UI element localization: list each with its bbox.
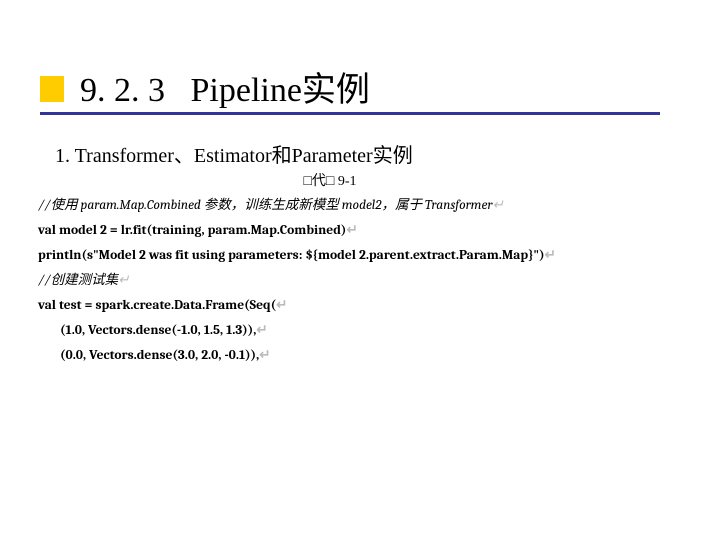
code-text: (1.0, Vectors.dense(-1.0, 1.5, 1.3)), [60,323,256,338]
code-text: (0.0, Vectors.dense(3.0, 2.0, -0.1)), [60,348,259,363]
code-line: val model 2 = lr.fit(training, param.Map… [38,219,678,244]
code-text: println(s"Model 2 was fit using paramete… [38,248,545,263]
eol-mark: ↵ [256,323,267,338]
code-block: //使用 param.Map.Combined 参数，训练生成新模型 model… [38,194,678,369]
code-text: val test = spark.create.Data.Frame(Seq( [38,298,276,313]
code-text: //使用 param.Map.Combined 参数，训练生成新模型 model… [38,198,492,213]
section-number: 9. 2. 3 [80,72,165,109]
code-line: println(s"Model 2 was fit using paramete… [38,244,678,269]
code-line: val test = spark.create.Data.Frame(Seq(↵ [38,294,678,319]
page-title: 9. 2. 3 Pipeline实例 [40,62,720,117]
code-line: (1.0, Vectors.dense(-1.0, 1.5, 1.3)),↵ [38,319,678,344]
eol-mark: ↵ [346,223,357,238]
eol-mark: ↵ [545,248,556,263]
eol-mark: ↵ [259,348,270,363]
code-line-comment: //使用 param.Map.Combined 参数，训练生成新模型 model… [38,194,678,219]
code-text: val model 2 = lr.fit(training, param.Map… [38,223,346,238]
code-text: //创建测试集 [38,273,118,288]
code-line: (0.0, Vectors.dense(3.0, 2.0, -0.1)),↵ [38,344,678,369]
code-line-comment: //创建测试集↵ [38,269,678,294]
title-underline [40,112,660,115]
subtitle: 1. Transformer、Estimator和Parameter实例 [0,139,720,168]
eol-mark: ↵ [118,273,129,288]
eol-mark: ↵ [492,198,503,213]
eol-mark: ↵ [276,298,287,313]
code-listing-label: □代□ 9-1 [0,170,620,190]
section-title-text: Pipeline实例 [191,72,370,109]
